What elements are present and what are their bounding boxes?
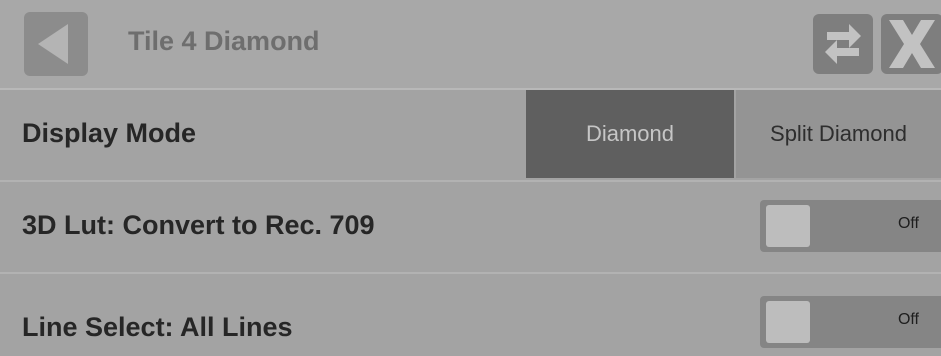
lut-convert-row: 3D Lut: Convert to Rec. 709 Off: [0, 180, 941, 270]
split-diamond-option-label: Split Diamond: [770, 121, 907, 146]
lut-convert-label: 3D Lut: Convert to Rec. 709: [22, 210, 375, 240]
toggle-state-label: Off: [897, 311, 919, 328]
swap-arrows-icon: [825, 24, 861, 64]
split-diamond-option-button[interactable]: Split Diamond: [736, 90, 941, 178]
toggle-knob: [766, 205, 810, 247]
toggle-state-label: Off: [897, 215, 919, 232]
panel-header: Tile 4 Diamond: [0, 0, 941, 90]
display-mode-label: Display Mode: [22, 118, 197, 148]
toggle-knob: [766, 301, 810, 343]
line-select-label: Line Select: All Lines: [22, 312, 293, 342]
display-mode-row: Display Mode Diamond Split Diamond: [0, 90, 941, 178]
line-select-toggle[interactable]: Off: [760, 296, 941, 348]
panel-title: Tile 4 Diamond: [128, 26, 320, 56]
lut-convert-toggle[interactable]: Off: [760, 200, 941, 252]
swap-button[interactable]: [813, 14, 873, 74]
back-button[interactable]: [24, 12, 88, 76]
diamond-option-button[interactable]: Diamond: [526, 90, 734, 178]
close-x-icon: [889, 20, 935, 68]
line-select-row: Line Select: All Lines Off: [0, 272, 941, 356]
diamond-option-label: Diamond: [585, 121, 675, 146]
back-arrow-icon: [38, 24, 68, 64]
close-button[interactable]: [881, 14, 941, 74]
tile-settings-panel: Tile 4 Diamond Display Mode Diamond Spli…: [0, 0, 941, 356]
